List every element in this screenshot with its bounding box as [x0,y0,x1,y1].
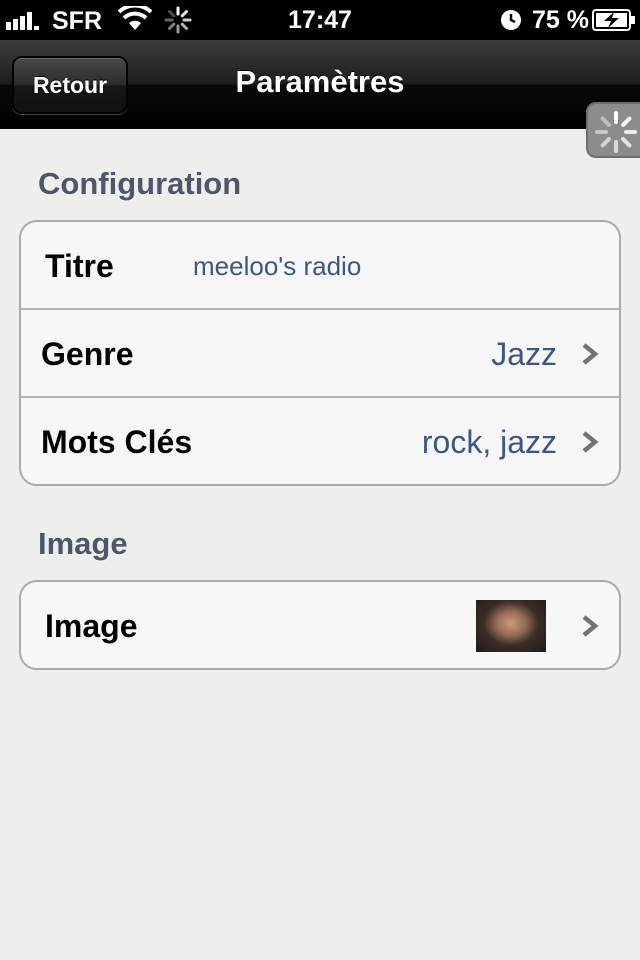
page-title: Paramètres [235,64,405,99]
keywords-row[interactable]: Mots Clés rock, jazz [21,398,619,484]
section-header-image: Image [38,526,128,561]
genre-value: Jazz [491,336,557,372]
chevron-right-icon [582,615,599,637]
keywords-label: Mots Clés [41,424,193,460]
battery-percentage: 75 % [532,6,589,34]
image-group: Image [19,580,621,670]
alarm-clock-icon [501,10,521,30]
chevron-right-icon [582,431,599,453]
loading-indicator [586,102,640,158]
genre-label: Genre [41,336,134,372]
image-thumbnail [476,600,546,652]
image-row[interactable]: Image [21,582,619,668]
loading-spinner-icon [595,111,637,153]
genre-row[interactable]: Genre Jazz [21,310,619,398]
chevron-right-icon [582,343,599,365]
navigation-bar: Retour Paramètres [0,40,640,129]
title-row[interactable]: Titre meeloo's radio [21,222,619,310]
configuration-group: Titre meeloo's radio Genre Jazz Mots Clé… [19,220,621,486]
keywords-value: rock, jazz [421,424,557,460]
title-label: Titre [45,248,114,284]
status-bar: SFR 17:47 75 % [0,0,640,40]
title-field[interactable]: meeloo's radio [193,222,361,310]
battery-charging-icon [592,9,635,31]
image-label: Image [45,608,138,644]
section-header-configuration: Configuration [38,166,242,201]
